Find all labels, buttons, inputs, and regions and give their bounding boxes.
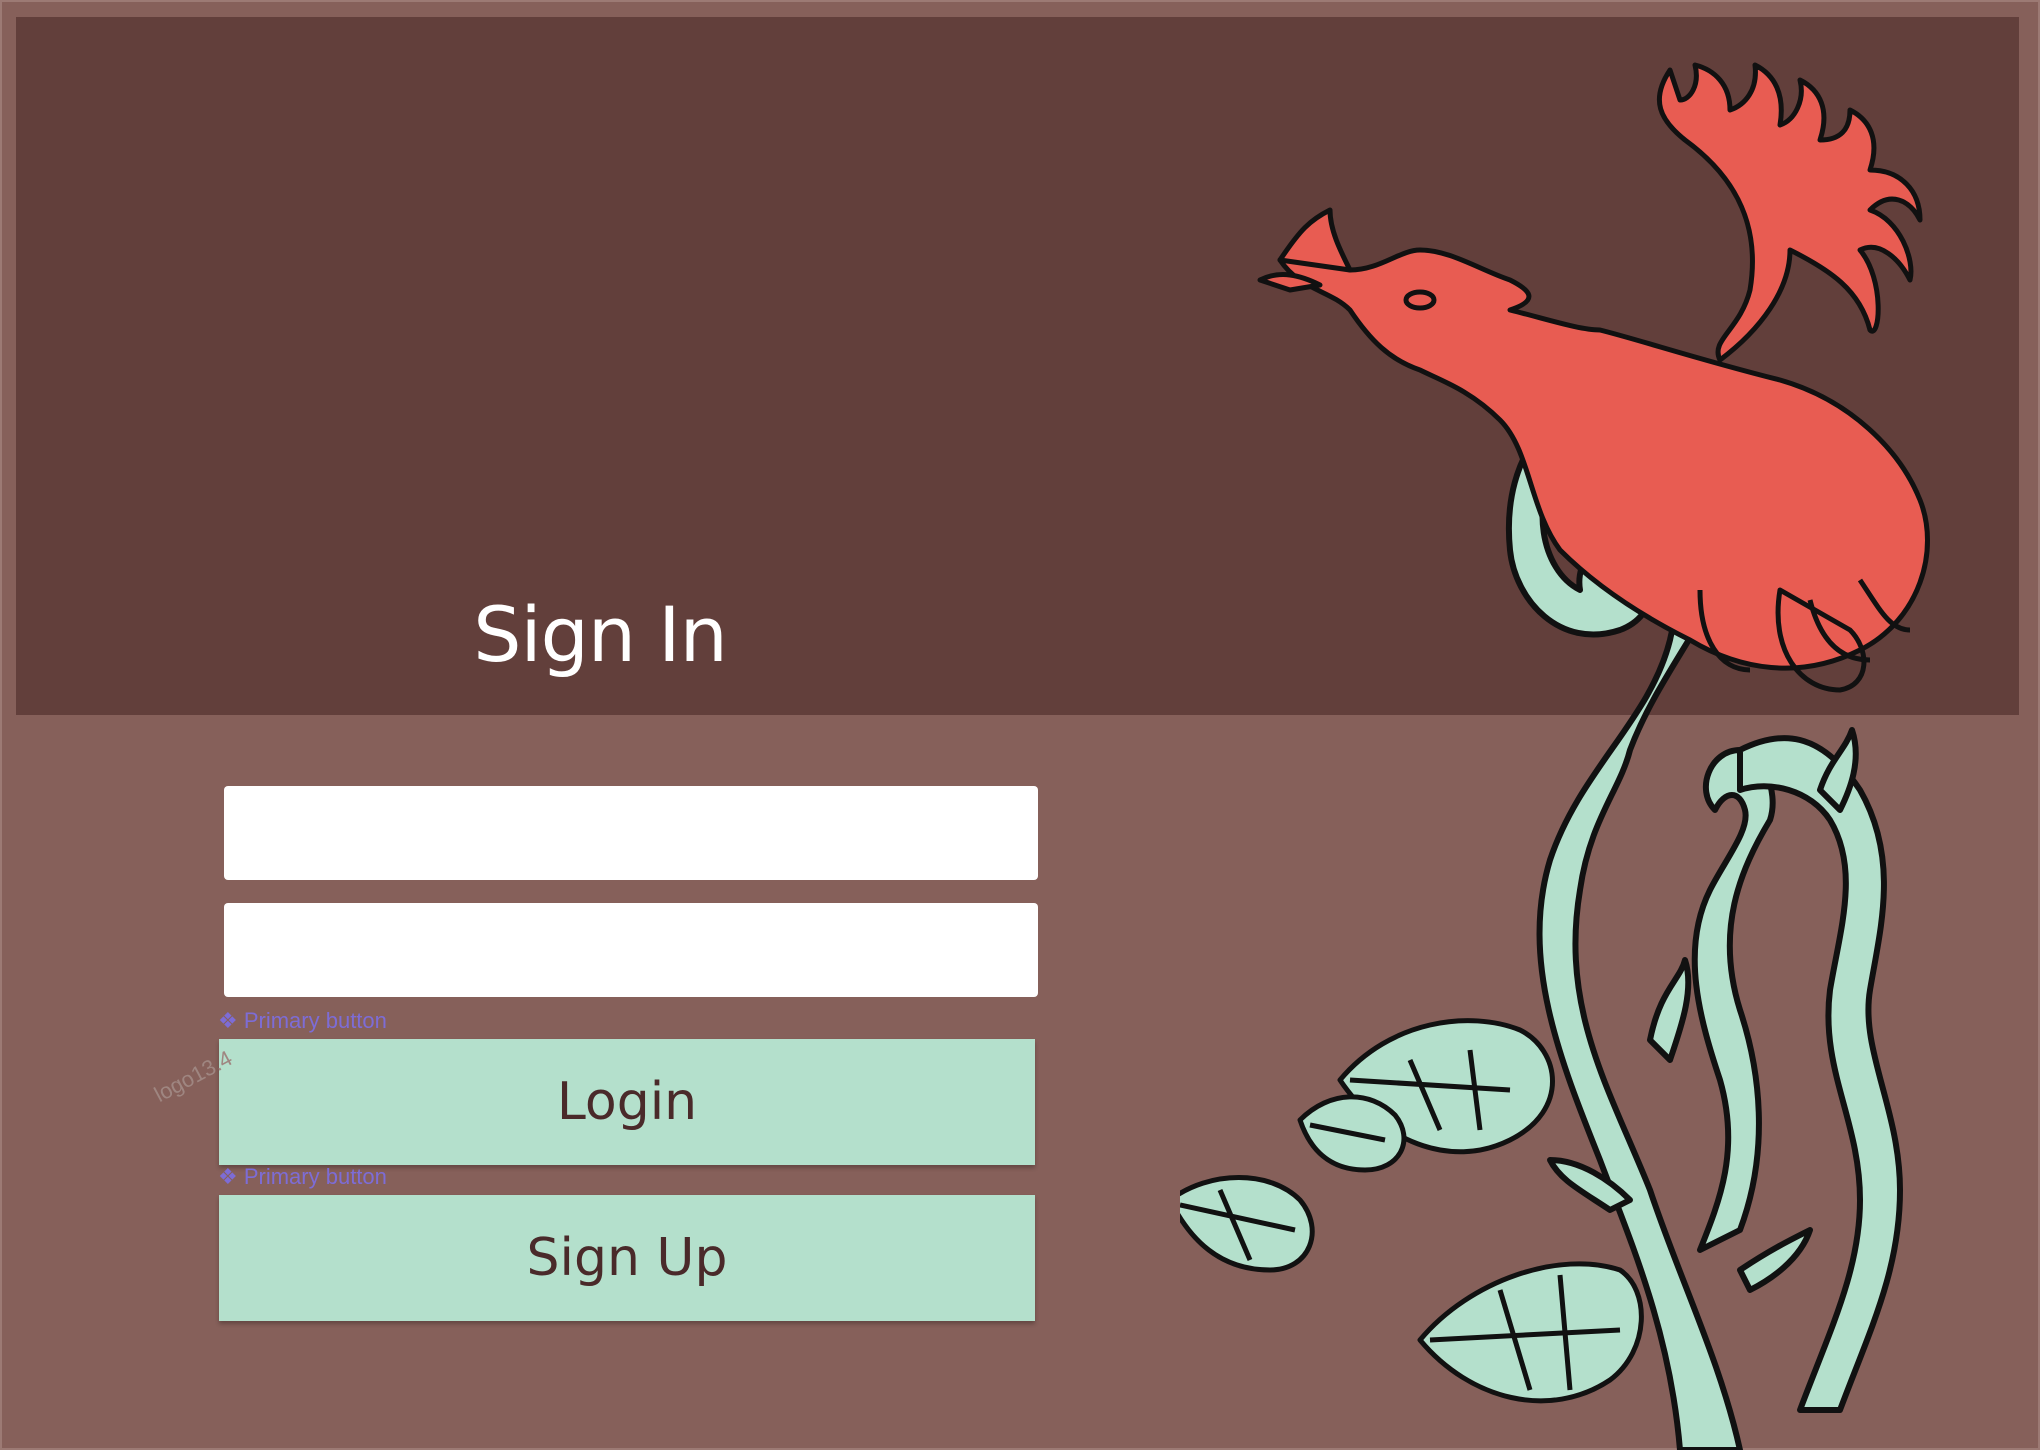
page-title: Sign In [473,590,728,679]
component-label-signup: ❖ Primary button [218,1164,387,1189]
password-input[interactable] [224,903,1038,997]
username-input[interactable] [224,786,1038,880]
signup-button[interactable]: Sign Up [219,1195,1035,1321]
bird-on-vine-illustration [1180,62,1930,1450]
component-label-login: ❖ Primary button [218,1008,387,1033]
login-button[interactable]: Login [219,1039,1035,1165]
